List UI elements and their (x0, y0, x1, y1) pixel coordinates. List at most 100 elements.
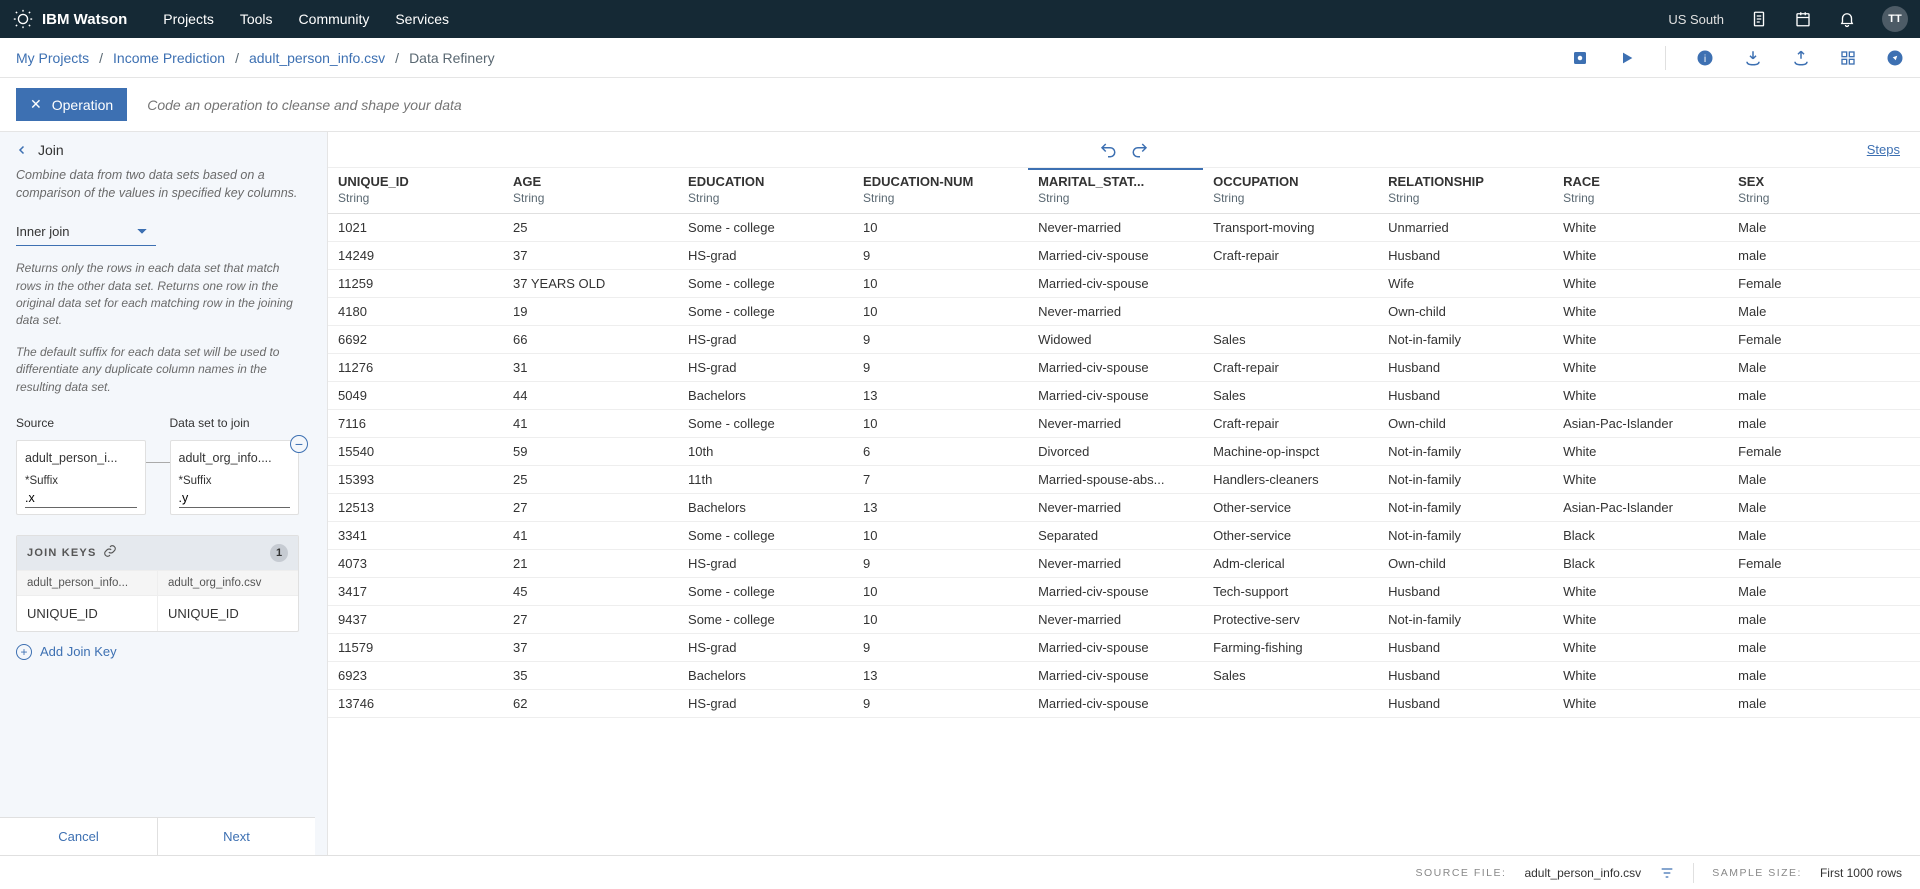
back-icon[interactable] (16, 144, 28, 156)
table-row[interactable]: 1125937 YEARS OLDSome - college10Married… (328, 270, 1920, 298)
table-scroll[interactable]: UNIQUE_IDAGEEDUCATIONEDUCATION-NUMMARITA… (328, 168, 1920, 855)
table-cell: White (1553, 242, 1728, 270)
table-row[interactable]: 692335Bachelors13Married-civ-spouseSales… (328, 662, 1920, 690)
crumb-sep: / (99, 50, 103, 66)
undo-icon[interactable] (1099, 141, 1117, 159)
table-cell: Married-civ-spouse (1028, 662, 1203, 690)
run-icon[interactable] (1619, 50, 1635, 66)
column-header[interactable]: AGE (503, 168, 678, 191)
table-cell: 1021 (328, 214, 503, 242)
table-row[interactable]: 669266 HS-grad9WidowedSalesNot-in-family… (328, 326, 1920, 354)
table-row[interactable]: 1424937 HS-grad9Married-civ-spouseCraft-… (328, 242, 1920, 270)
table-row[interactable]: 334141Some - college10SeparatedOther-ser… (328, 522, 1920, 550)
table-cell: 13 (853, 382, 1028, 410)
cancel-button[interactable]: Cancel (0, 818, 158, 855)
table-cell: male (1728, 634, 1920, 662)
table-cell: Not-in-family (1378, 494, 1553, 522)
table-cell: 44 (503, 382, 678, 410)
nav-community[interactable]: Community (299, 11, 370, 27)
table-row[interactable]: 341745Some - college10Married-civ-spouse… (328, 578, 1920, 606)
steps-link[interactable]: Steps (1867, 142, 1900, 157)
table-row[interactable]: 1374662 HS-grad9Married-civ-spouseHusban… (328, 690, 1920, 718)
nav-services[interactable]: Services (395, 11, 449, 27)
column-header[interactable]: SEX (1728, 168, 1920, 191)
table-row[interactable]: 711641Some - college10Never-marriedCraft… (328, 410, 1920, 438)
table-cell: Husband (1378, 354, 1553, 382)
info-icon[interactable]: i (1696, 49, 1714, 67)
table-cell: 25 (503, 466, 678, 494)
column-header[interactable]: RELATIONSHIP (1378, 168, 1553, 191)
table-row[interactable]: 102125Some - college10Never-marriedTrans… (328, 214, 1920, 242)
table-cell (1203, 690, 1378, 718)
join-type-select[interactable]: Inner join (16, 218, 156, 246)
sidebar-body: Combine data from two data sets based on… (0, 166, 315, 817)
top-nav: Projects Tools Community Services (163, 11, 449, 27)
region-selector[interactable]: US South (1668, 12, 1724, 27)
import-icon[interactable] (1744, 49, 1762, 67)
jk-value-left: UNIQUE_ID (17, 595, 158, 631)
grid-icon[interactable] (1840, 50, 1856, 66)
table-row[interactable]: 418019Some - college10Never-marriedOwn-c… (328, 298, 1920, 326)
column-header[interactable]: OCCUPATION (1203, 168, 1378, 191)
suffix-label: *Suffix (25, 475, 137, 487)
crumb-file[interactable]: adult_person_info.csv (249, 50, 385, 66)
export-icon[interactable] (1792, 49, 1810, 67)
jk-value-row[interactable]: UNIQUE_ID UNIQUE_ID (17, 595, 298, 631)
redo-icon[interactable] (1131, 141, 1149, 159)
dataset-row: Source adult_person_i... *Suffix Data se… (16, 416, 299, 515)
add-join-key-button[interactable]: + Add Join Key (16, 644, 299, 660)
calendar-icon[interactable] (1794, 10, 1812, 28)
brand-logo[interactable]: IBM Watson (12, 8, 127, 30)
table-row[interactable]: 407321 HS-grad9Never-marriedAdm-clerical… (328, 550, 1920, 578)
table-row[interactable]: 1127631 HS-grad9Married-civ-spouseCraft-… (328, 354, 1920, 382)
join-suffix-input[interactable] (179, 487, 291, 508)
table-row[interactable]: 504944Bachelors13Married-civ-spouseSales… (328, 382, 1920, 410)
nav-projects[interactable]: Projects (163, 11, 214, 27)
column-header[interactable]: RACE (1553, 168, 1728, 191)
next-button[interactable]: Next (158, 818, 315, 855)
data-area: Steps UNIQUE_IDAGEEDUCATIONEDUCATION-NUM… (328, 132, 1920, 855)
table-row[interactable]: 153932511th7Married-spouse-abs...Handler… (328, 466, 1920, 494)
table-cell: 37 (503, 634, 678, 662)
topbar-right: US South TT (1668, 6, 1908, 32)
column-header[interactable]: EDUCATION (678, 168, 853, 191)
table-cell: Husband (1378, 578, 1553, 606)
table-cell: 11276 (328, 354, 503, 382)
remove-dataset-icon[interactable]: − (290, 435, 308, 453)
settings-icon[interactable] (1571, 49, 1589, 67)
column-header[interactable]: UNIQUE_ID (328, 168, 503, 191)
table-row[interactable]: 943727Some - college10Never-marriedProte… (328, 606, 1920, 634)
column-header[interactable]: EDUCATION-NUM (853, 168, 1028, 191)
avatar[interactable]: TT (1882, 6, 1908, 32)
table-cell: White (1553, 578, 1728, 606)
table-cell: 10 (853, 578, 1028, 606)
column-header[interactable]: MARITAL_STAT... (1028, 168, 1203, 191)
join-column: Data set to join − adult_org_info.... *S… (170, 416, 300, 515)
table-cell: Craft-repair (1203, 354, 1378, 382)
table-cell: 31 (503, 354, 678, 382)
table-cell: 7116 (328, 410, 503, 438)
table-cell: White (1553, 690, 1728, 718)
crumb-my-projects[interactable]: My Projects (16, 50, 89, 66)
filter-icon[interactable] (1659, 865, 1675, 881)
main: Join Combine data from two data sets bas… (0, 132, 1920, 855)
operation-button[interactable]: ✕ Operation (16, 88, 127, 121)
table-row[interactable]: 1157937 HS-grad9Married-civ-spouseFarmin… (328, 634, 1920, 662)
crumb-income[interactable]: Income Prediction (113, 50, 225, 66)
table-cell: White (1553, 354, 1728, 382)
table-cell: 59 (503, 438, 678, 466)
table-row[interactable]: 1251327Bachelors13Never-marriedOther-ser… (328, 494, 1920, 522)
table-cell: male (1728, 382, 1920, 410)
table-cell: 35 (503, 662, 678, 690)
document-icon[interactable] (1750, 10, 1768, 28)
source-suffix-input[interactable] (25, 487, 137, 508)
nav-tools[interactable]: Tools (240, 11, 273, 27)
table-cell: Female (1728, 438, 1920, 466)
compass-icon[interactable] (1886, 49, 1904, 67)
table-cell: Never-married (1028, 298, 1203, 326)
join-explain-2: The default suffix for each data set wil… (16, 344, 299, 396)
operation-input[interactable] (143, 89, 1904, 121)
table-row[interactable]: 155405910th6DivorcedMachine-op-inspctNot… (328, 438, 1920, 466)
table-cell: Some - college (678, 606, 853, 634)
bell-icon[interactable] (1838, 10, 1856, 28)
